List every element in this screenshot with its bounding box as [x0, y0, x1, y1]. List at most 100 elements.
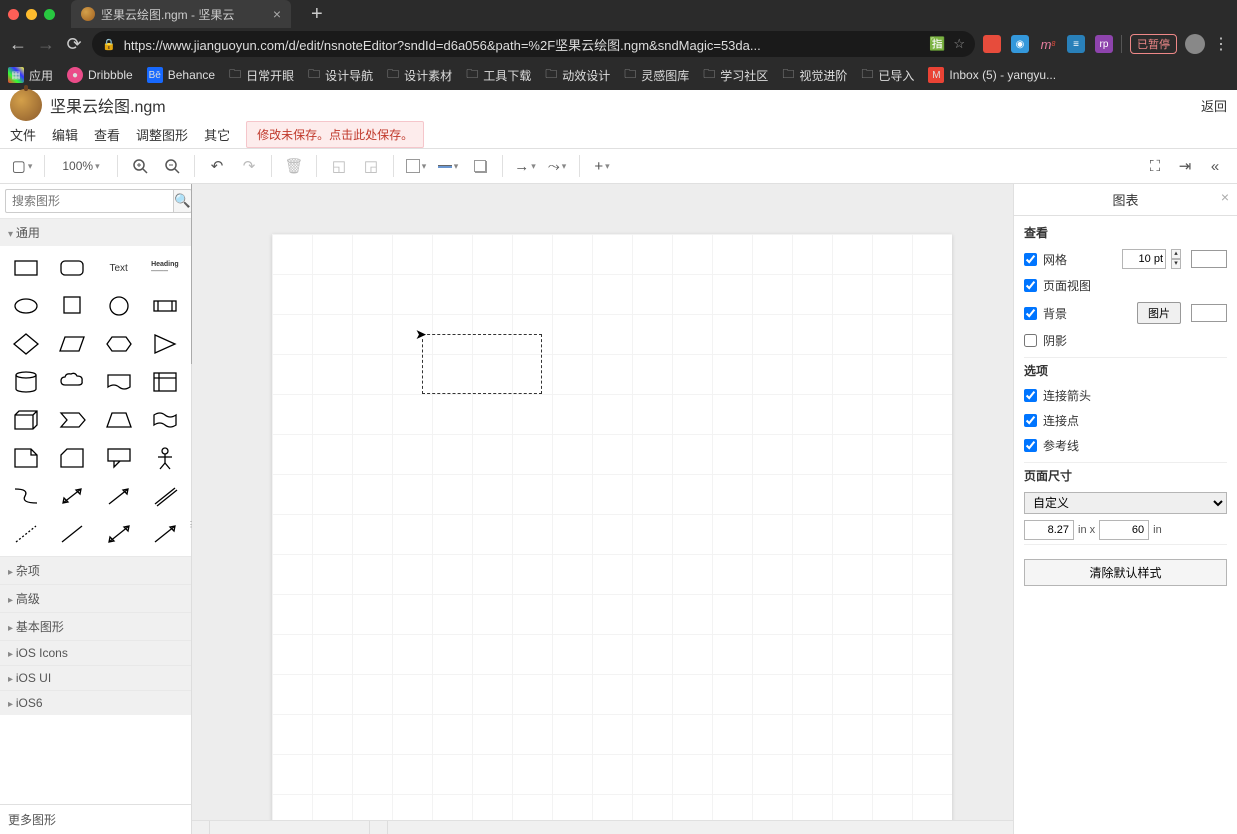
shape-callout[interactable]: [97, 440, 141, 476]
translate-icon[interactable]: 🈯: [929, 36, 945, 52]
shape-diamond[interactable]: [4, 326, 48, 362]
star-icon[interactable]: ☆: [953, 36, 965, 52]
delete-button[interactable]: 🗑: [280, 152, 308, 180]
category-general[interactable]: 通用: [0, 218, 191, 246]
shape-cylinder[interactable]: [4, 364, 48, 400]
shape-triangle[interactable]: [143, 326, 187, 362]
window-close-button[interactable]: [8, 9, 19, 20]
bookmark-folder-1[interactable]: 🗀日常开眼: [229, 65, 294, 86]
grid-checkbox[interactable]: [1024, 253, 1037, 266]
shape-dashed-line[interactable]: [4, 516, 48, 552]
bookmark-dribbble[interactable]: ●Dribbble: [67, 67, 133, 83]
menu-arrange[interactable]: 调整图形: [136, 125, 188, 144]
pause-badge[interactable]: 已暂停: [1130, 34, 1177, 54]
shape-rect[interactable]: [4, 250, 48, 286]
page-size-select[interactable]: 自定义: [1024, 492, 1227, 514]
ext-icon-1[interactable]: [983, 35, 1001, 53]
redo-button[interactable]: ↷: [235, 152, 263, 180]
pageview-checkbox[interactable]: [1024, 279, 1037, 292]
shape-cloud[interactable]: [50, 364, 94, 400]
page-tab-left[interactable]: [192, 821, 210, 834]
ext-icon-2[interactable]: ◉: [1011, 35, 1029, 53]
shape-step[interactable]: [50, 402, 94, 438]
profile-avatar[interactable]: [1185, 34, 1205, 54]
add-button[interactable]: +▾: [588, 152, 616, 180]
category-misc[interactable]: 杂项: [0, 556, 191, 584]
bg-color-swatch[interactable]: [1191, 304, 1227, 322]
bg-image-button[interactable]: 图片: [1137, 302, 1181, 324]
connect-arrows-checkbox[interactable]: [1024, 389, 1037, 402]
line-color-button[interactable]: ▾: [434, 152, 462, 180]
omnibox[interactable]: 🔒 https://www.jianguoyun.com/d/edit/nsno…: [92, 31, 975, 57]
bookmark-folder-4[interactable]: 🗀工具下载: [466, 65, 531, 86]
shape-parallelogram[interactable]: [50, 326, 94, 362]
bookmark-folder-5[interactable]: 🗀动效设计: [545, 65, 610, 86]
shape-bidir-line[interactable]: [97, 516, 141, 552]
shape-actor[interactable]: [143, 440, 187, 476]
to-back-button[interactable]: ◲: [357, 152, 385, 180]
bookmark-folder-7[interactable]: 🗀学习社区: [703, 65, 768, 86]
apps-button[interactable]: ▦应用: [8, 67, 53, 84]
document-title[interactable]: 坚果云绘图.ngm: [50, 93, 166, 117]
shape-arrow[interactable]: [97, 478, 141, 514]
shape-square[interactable]: [50, 288, 94, 324]
tab-close-button[interactable]: ×: [273, 6, 281, 22]
bookmark-behance[interactable]: BēBehance: [147, 67, 215, 83]
shape-tape[interactable]: [143, 402, 187, 438]
page-tab-add[interactable]: [370, 821, 388, 834]
grid-size-down[interactable]: ▾: [1171, 259, 1181, 269]
shape-document[interactable]: [97, 364, 141, 400]
save-notice-button[interactable]: 修改未保存。点击此处保存。: [246, 121, 424, 148]
page-height-input[interactable]: [1099, 520, 1149, 540]
bookmark-folder-3[interactable]: 🗀设计素材: [387, 65, 452, 86]
shape-heading[interactable]: Heading━━━━: [143, 250, 187, 286]
shape-ellipse[interactable]: [4, 288, 48, 324]
bookmark-folder-6[interactable]: 🗀灵感图库: [624, 65, 689, 86]
to-front-button[interactable]: ◱: [325, 152, 353, 180]
undo-button[interactable]: ↶: [203, 152, 231, 180]
browser-menu-button[interactable]: ⋮: [1213, 34, 1229, 54]
shape-text[interactable]: Text: [97, 250, 141, 286]
window-minimize-button[interactable]: [26, 9, 37, 20]
fill-color-button[interactable]: ▾: [402, 152, 430, 180]
clear-default-style-button[interactable]: 清除默认样式: [1024, 559, 1227, 586]
browser-tab[interactable]: 坚果云绘图.ngm - 坚果云 ×: [71, 0, 291, 28]
menu-view[interactable]: 查看: [94, 125, 120, 144]
page-tab[interactable]: [210, 821, 370, 834]
zoom-dropdown[interactable]: 100%▾: [53, 152, 109, 180]
canvas-hscrollbar[interactable]: [192, 820, 1013, 834]
category-ios-icons[interactable]: iOS Icons: [0, 640, 191, 665]
panel-close-button[interactable]: ×: [1221, 189, 1229, 205]
menu-other[interactable]: 其它: [204, 125, 230, 144]
shape-search-input[interactable]: [5, 189, 174, 213]
shape-search-button[interactable]: 🔍: [174, 189, 191, 213]
guides-checkbox[interactable]: [1024, 439, 1037, 452]
shape-rounded-rect[interactable]: [50, 250, 94, 286]
shape-note[interactable]: [4, 440, 48, 476]
nav-forward-button[interactable]: →: [36, 34, 56, 55]
background-checkbox[interactable]: [1024, 307, 1037, 320]
ext-icon-3[interactable]: m8: [1039, 35, 1057, 53]
bookmark-folder-2[interactable]: 🗀设计导航: [308, 65, 373, 86]
bookmark-inbox[interactable]: MInbox (5) - yangyu...: [928, 67, 1056, 83]
layout-button[interactable]: ▢▾: [8, 152, 36, 180]
shape-circle[interactable]: [97, 288, 141, 324]
shape-line[interactable]: [50, 516, 94, 552]
ext-icon-4[interactable]: ≡: [1067, 35, 1085, 53]
grid-size-up[interactable]: ▴: [1171, 249, 1181, 259]
shadow-checkbox[interactable]: [1024, 334, 1037, 347]
page-width-input[interactable]: [1024, 520, 1074, 540]
window-maximize-button[interactable]: [44, 9, 55, 20]
shape-bidir-arrow[interactable]: [50, 478, 94, 514]
shape-line-thick[interactable]: [143, 478, 187, 514]
shape-card[interactable]: [50, 440, 94, 476]
new-tab-button[interactable]: +: [311, 3, 323, 26]
shape-curve[interactable]: [4, 478, 48, 514]
shape-process[interactable]: [143, 288, 187, 324]
grid-color-swatch[interactable]: [1191, 250, 1227, 268]
shape-dir-line[interactable]: [143, 516, 187, 552]
category-advanced[interactable]: 高级: [0, 584, 191, 612]
nav-reload-button[interactable]: ⟳: [64, 34, 84, 55]
connector-straight-button[interactable]: →▾: [511, 152, 539, 180]
bookmark-folder-8[interactable]: 🗀视觉进阶: [782, 65, 847, 86]
